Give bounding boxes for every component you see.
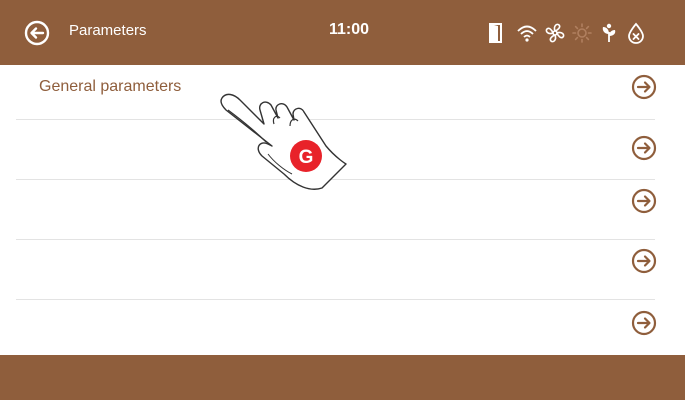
arrow-right-circle-icon[interactable] [631,248,657,274]
page-title: Parameters [69,22,147,39]
tap-hand-icon: G [220,93,347,190]
back-arrow-icon[interactable] [24,20,50,46]
plant-icon [602,23,616,42]
door-icon [489,23,502,43]
list-item-label: General parameters [39,78,182,95]
water-drop-icon [628,22,644,44]
tap-badge-letter: G [299,147,314,168]
header-bar: Parameters 11:00 [0,0,685,65]
wifi-icon [517,25,537,42]
sun-icon [572,23,592,43]
arrow-right-circle-icon[interactable] [631,188,657,214]
fan-icon [545,23,565,43]
list-item[interactable] [16,240,657,300]
list-item[interactable] [16,300,657,359]
arrow-right-circle-icon[interactable] [631,135,657,161]
clock-time: 11:00 [329,21,370,38]
arrow-right-circle-icon[interactable] [631,74,657,100]
arrow-right-circle-icon[interactable] [631,310,657,336]
footer-bar [0,355,685,400]
